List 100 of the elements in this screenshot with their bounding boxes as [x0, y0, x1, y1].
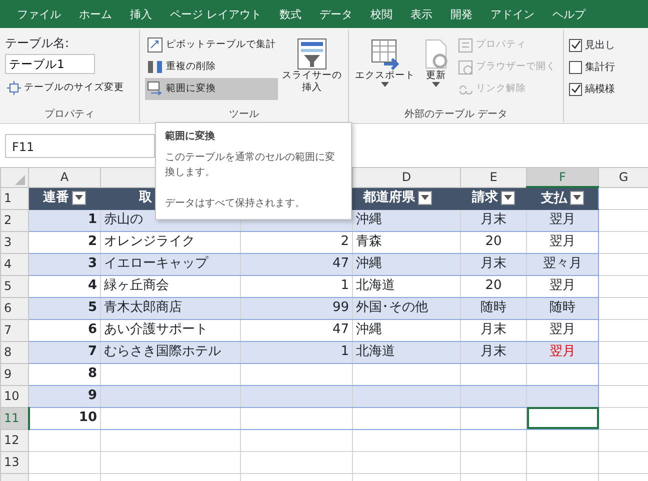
row-header[interactable]: 10 [0, 385, 28, 407]
ribbon-button[interactable]: エクスポート [354, 38, 416, 87]
cell-text: 青木太郎商店 [104, 300, 182, 316]
menu-tab[interactable]: ホーム [70, 0, 121, 28]
filter-button[interactable] [501, 190, 515, 205]
cell-text: 7 [88, 344, 97, 360]
cell-text: 2 [340, 234, 349, 250]
menu-tab[interactable]: 挿入 [121, 0, 161, 28]
resize-table-button[interactable]: テーブルのサイズ変更 [5, 77, 134, 99]
row-header[interactable]: 7 [0, 319, 28, 341]
browser-icon [458, 60, 473, 74]
menu-tab[interactable]: ヘルプ [544, 0, 594, 28]
cell-text: 20 [485, 278, 502, 294]
tooltip-title: 範囲に変換 [165, 129, 216, 144]
group-label: 外部のテーブル データ [403, 108, 509, 122]
cell-text: 青森 [356, 234, 382, 250]
cell-text: 翌々月 [543, 256, 582, 272]
column-header[interactable]: A [28, 168, 100, 187]
insert-slicer-button[interactable]: スライサーの 挿入 [281, 38, 343, 94]
cell-text: 赤山の [104, 212, 143, 228]
tooltip-text: データはすべて保持されます。 [165, 196, 306, 211]
cell-text: オレンジライク [104, 234, 195, 250]
column-header[interactable]: F [526, 168, 598, 187]
dropdown-arrow-icon [573, 195, 581, 200]
cell-text: 月末 [480, 322, 506, 338]
filter-button[interactable] [72, 190, 86, 205]
cell-text: 6 [88, 322, 97, 338]
name-box[interactable]: F11 [5, 134, 155, 158]
dropdown-arrow-icon [75, 195, 83, 200]
group-label: ツール [228, 108, 260, 122]
slicer-icon [297, 38, 327, 70]
row-header[interactable]: 4 [0, 253, 28, 275]
cell-text: 北海道 [356, 344, 395, 360]
column-title: 取 [139, 190, 152, 206]
row-header[interactable]: 13 [0, 451, 28, 473]
row-header[interactable]: 5 [0, 275, 28, 297]
convert-range-icon [147, 81, 163, 97]
row-header[interactable]: 6 [0, 297, 28, 319]
column-title: 請求 [472, 190, 498, 206]
column-header[interactable]: G [598, 168, 648, 187]
cell-text: 10 [78, 410, 97, 426]
checkbox[interactable] [569, 60, 582, 74]
ribbon-button[interactable]: 範囲に変換 [145, 78, 278, 100]
cell-text: 月末 [480, 344, 506, 360]
cell-text: イエローキャップ [104, 256, 208, 272]
column-title: 都道府県 [363, 190, 415, 206]
cell-text: 20 [485, 234, 502, 250]
cell-text: 沖縄 [356, 322, 382, 338]
remove-duplicates-icon [147, 59, 163, 75]
checkbox-label: 集計行 [585, 60, 615, 74]
filter-button[interactable] [570, 190, 584, 205]
menu-tab[interactable]: ページ レイアウト [161, 0, 270, 28]
cell-text: 月末 [480, 212, 506, 228]
row-header[interactable]: 8 [0, 341, 28, 363]
caret-icon [432, 82, 440, 87]
cell-text: 47 [332, 256, 349, 272]
row-header[interactable]: 2 [0, 209, 28, 231]
table-name-label: テーブル名: [5, 35, 70, 52]
menu-tab[interactable]: アドイン [482, 0, 544, 28]
resize-icon [7, 81, 21, 95]
row-header[interactable]: 3 [0, 231, 28, 253]
menu-tab[interactable]: 表示 [402, 0, 442, 28]
menu-tab[interactable]: 数式 [270, 0, 310, 28]
cell-text: 2 [88, 234, 97, 250]
cell-text: 4 [88, 278, 97, 294]
selected-cell[interactable] [526, 407, 598, 429]
cell-text: 北海道 [356, 278, 395, 294]
column-header[interactable]: E [460, 168, 526, 187]
row-header[interactable]: 9 [0, 363, 28, 385]
cell-text: 随時 [480, 300, 506, 316]
row-header[interactable]: 12 [0, 429, 28, 451]
column-title: 支払 [541, 190, 567, 206]
row-header[interactable]: 1 [0, 187, 28, 209]
cell-text: 99 [332, 300, 349, 316]
dropdown-arrow-icon [504, 195, 512, 200]
dropdown-arrow-icon [421, 195, 429, 200]
cell-text: 8 [88, 366, 97, 382]
menu-tab[interactable]: ファイル [8, 0, 70, 28]
ribbon-button[interactable]: 更新 [420, 38, 452, 87]
pivot-table-icon [147, 37, 163, 53]
cell-text: 月末 [480, 256, 506, 272]
ribbon-button[interactable]: ピボットテーブルで集計 [145, 34, 278, 56]
cell-text: 1 [88, 212, 97, 228]
ribbon-button[interactable]: 重複の削除 [145, 56, 278, 78]
checkbox[interactable] [569, 82, 582, 96]
filter-button[interactable] [418, 190, 432, 205]
cell-text: 緑ヶ丘商会 [104, 278, 169, 294]
menu-tab[interactable]: 開発 [442, 0, 482, 28]
checkbox[interactable] [569, 38, 582, 52]
table-name-field[interactable]: テーブル1 [5, 54, 95, 74]
cell-text: 外国･その他 [356, 300, 428, 316]
cell-text: 9 [88, 388, 97, 404]
cell-text: 1 [340, 344, 349, 360]
column-header[interactable]: D [352, 168, 460, 187]
menu-tab[interactable]: 校閲 [362, 0, 402, 28]
group-label: プロパティ [44, 108, 96, 122]
checkbox-label: 見出し [585, 38, 615, 52]
row-header[interactable]: 11 [0, 407, 28, 429]
cell-text: 翌月 [550, 278, 576, 294]
menu-tab[interactable]: データ [310, 0, 362, 28]
